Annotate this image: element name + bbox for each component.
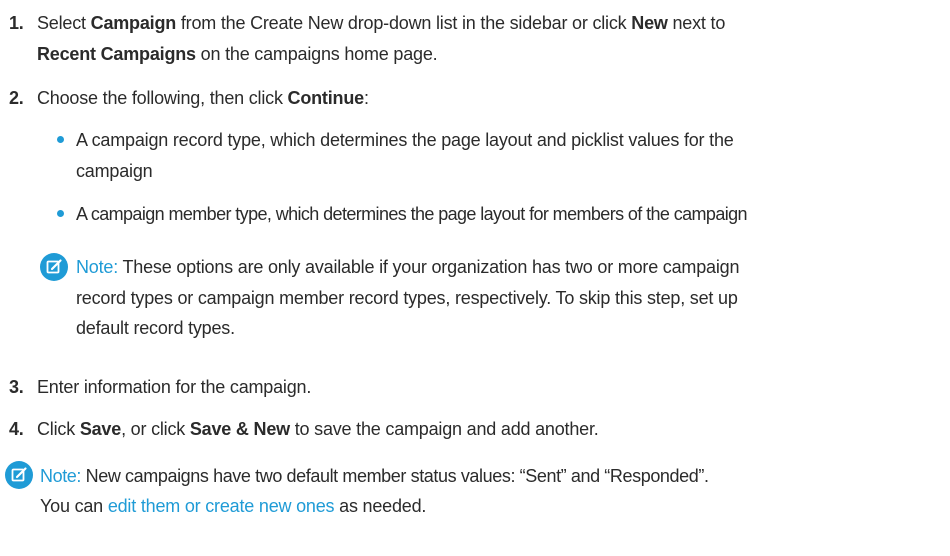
step-text-line: Select Campaign from the Create New drop… (37, 13, 726, 33)
note-text-line: Note: New campaigns have two default mem… (40, 466, 709, 486)
step-text-line: Click Save, or click Save & New to save … (37, 419, 599, 439)
note-edit-icon (5, 461, 33, 489)
edit-statuses-link[interactable]: edit them or create new ones (108, 496, 335, 516)
bullet-dot (57, 136, 64, 143)
step-number: 1. (9, 13, 24, 33)
ui-term: Campaign (90, 13, 177, 33)
ui-term: Save & New (189, 419, 290, 439)
step-text-line: Enter information for the campaign. (37, 377, 312, 397)
step-text-line: Choose the following, then click Continu… (37, 88, 369, 108)
ui-term: Recent Campaigns (37, 44, 196, 64)
step-number: 2. (9, 88, 24, 108)
ui-term: Continue (287, 88, 365, 108)
ui-term: Save (79, 419, 122, 439)
note-label: Note: (76, 257, 119, 277)
note-text-line: You can edit them or create new ones as … (40, 496, 427, 516)
ui-term: New (631, 13, 668, 33)
bullet-text-line: A campaign member type, which determines… (76, 204, 748, 224)
step-text-line: Recent Campaigns on the campaigns home p… (37, 44, 438, 64)
note-label: Note: (40, 466, 82, 486)
bullet-dot (57, 210, 64, 217)
note-text-line: record types or campaign member record t… (76, 288, 738, 308)
note-text-line: default record types. (76, 318, 235, 338)
bullet-text-line: campaign (76, 161, 153, 181)
note-text-line: Note: These options are only available i… (76, 257, 740, 277)
bullet-text-line: A campaign record type, which determines… (76, 130, 734, 150)
note-edit-icon (40, 253, 68, 281)
step-number: 4. (9, 419, 24, 439)
step-number: 3. (9, 377, 24, 397)
